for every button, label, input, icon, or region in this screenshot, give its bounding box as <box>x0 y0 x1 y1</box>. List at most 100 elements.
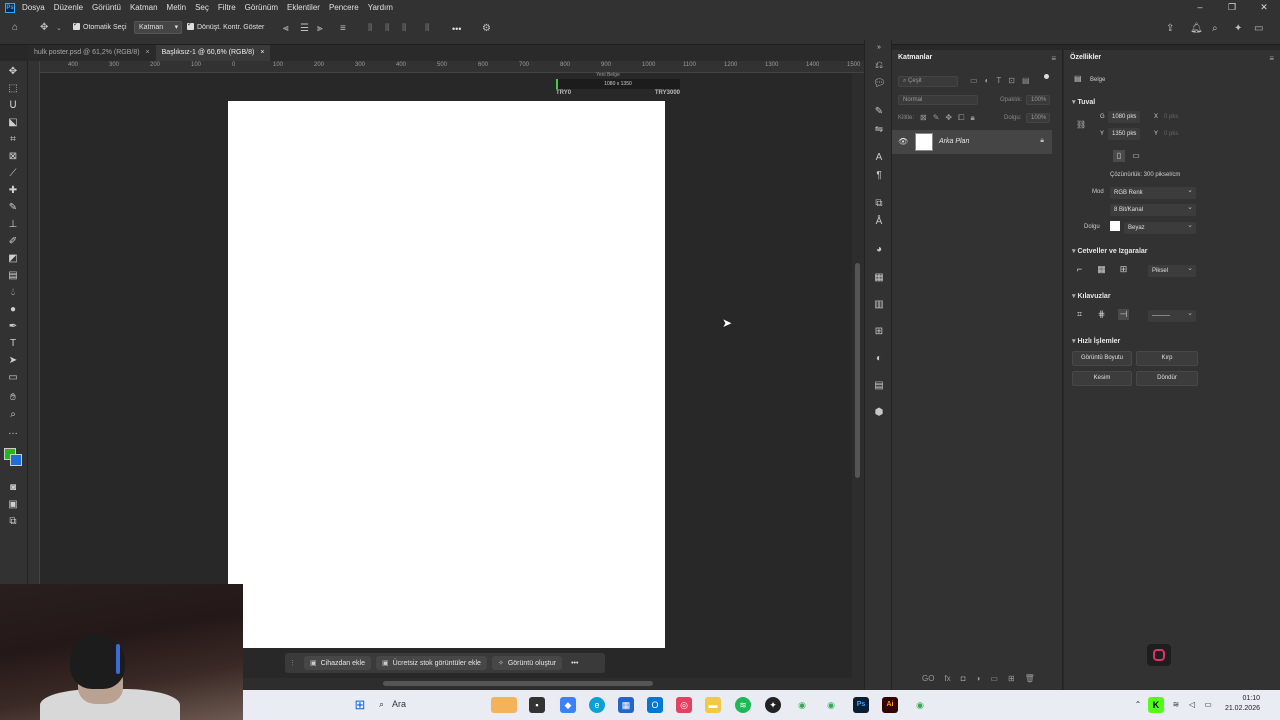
battery-icon[interactable]: ▭ <box>1200 697 1216 713</box>
dodge-tool-icon[interactable]: ● <box>6 303 20 317</box>
comments-panel-icon[interactable]: 💬︎ <box>873 78 886 90</box>
rotate-button[interactable]: Döndür <box>1136 371 1198 386</box>
opacity-field[interactable]: 100% <box>1026 95 1050 105</box>
close-button[interactable]: ✕ <box>1248 0 1280 15</box>
glyphs-panel-icon[interactable]: ⧉ <box>873 198 885 210</box>
landscape-orientation-icon[interactable]: ▭ <box>1130 150 1142 162</box>
navigator-panel-icon[interactable]: ◐ <box>873 353 885 365</box>
path-selection-tool-icon[interactable]: ➤ <box>6 354 20 368</box>
menu-metin[interactable]: Metin <box>167 3 187 12</box>
add-free-stock-button[interactable]: ▣ Ücretsiz stok görüntüler ekle <box>376 656 487 670</box>
paragraph-panel-icon[interactable]: ¶ <box>873 170 885 182</box>
edge-icon[interactable]: e <box>589 697 605 713</box>
quick-mask-icon[interactable]: ◙ <box>6 481 20 495</box>
home-icon[interactable]: ⌂ <box>12 22 18 33</box>
copilot-icon[interactable]: ◆ <box>560 697 576 713</box>
pixel-grid-icon[interactable]: ⊞ <box>1118 264 1129 275</box>
notifications-bell-icon[interactable]: 🔔︎ <box>1190 23 1203 34</box>
chrome-alt-icon[interactable]: ◉ <box>912 697 928 713</box>
distribute-vertical-icon[interactable]: ⫴ <box>425 23 429 34</box>
menu-dosya[interactable]: Dosya <box>22 3 45 12</box>
healing-brush-tool-icon[interactable]: ✚ <box>6 184 20 198</box>
fill-field[interactable]: 100% <box>1026 113 1050 123</box>
rectangle-tool-icon[interactable]: ▭ <box>6 371 20 385</box>
bit-depth-dropdown[interactable]: 8 Bit/Kanal <box>1110 202 1196 216</box>
character-styles-icon[interactable]: Å <box>873 216 885 228</box>
color-panel-icon[interactable]: ◕ <box>873 244 885 256</box>
blend-mode-dropdown[interactable]: Normal <box>898 95 978 105</box>
lock-icons[interactable]: ⊠✎✥⧠🔒︎ <box>920 113 981 123</box>
settings-gear-icon[interactable]: ⚙ <box>482 23 491 34</box>
width-field[interactable]: 1080 pks <box>1108 109 1140 123</box>
canvas-section-header[interactable]: Tuval <box>1072 98 1095 106</box>
grid-icon[interactable]: ▦ <box>1096 264 1107 275</box>
menu-eklentiler[interactable]: Eklentiler <box>287 3 320 12</box>
history-panel-icon[interactable]: ⎌ <box>873 60 885 72</box>
rulers-grids-section-header[interactable]: Cetveller ve Izgaralar <box>1072 247 1147 255</box>
layer-filter-field[interactable]: ⌕ Çeşit <box>898 76 958 87</box>
text-tool-icon[interactable]: T <box>6 337 20 351</box>
height-field[interactable]: 1350 pks <box>1108 126 1140 140</box>
more-options-button[interactable]: ••• <box>452 24 461 34</box>
adjustment-layer-icon[interactable]: ◑ <box>976 674 981 683</box>
x-field[interactable]: 0 pks <box>1164 114 1178 120</box>
new-group-icon[interactable]: ▭ <box>990 674 998 683</box>
mode-dropdown[interactable]: RGB Renk <box>1110 185 1196 199</box>
visibility-eye-icon[interactable]: 👁︎ <box>898 137 908 146</box>
portrait-orientation-icon[interactable]: ▯ <box>1113 150 1125 162</box>
brush-tool-icon[interactable]: ✎ <box>6 201 20 215</box>
more-tools-icon[interactable]: … <box>6 425 20 439</box>
generate-image-button[interactable]: ✧ Görüntü oluştur <box>491 656 563 670</box>
link-layers-icon[interactable]: GO <box>922 674 934 683</box>
y-field[interactable]: 0 pks <box>1164 131 1178 137</box>
transform-controls-checkbox[interactable]: Dönüşt. Kontr. Göster <box>187 20 264 31</box>
document-canvas[interactable] <box>228 101 665 648</box>
gradient-tool-icon[interactable]: ▤ <box>6 269 20 283</box>
panel-menu-icon[interactable]: ≡ <box>1051 54 1056 63</box>
layer-filter-icons[interactable]: ▭◐T⊡▤ <box>970 76 1037 85</box>
fill-dropdown[interactable]: Beyaz <box>1124 220 1196 234</box>
brushes-panel-icon[interactable]: ✎ <box>873 106 885 118</box>
fill-color-swatch[interactable] <box>1110 221 1120 231</box>
delete-layer-icon[interactable]: 🗑 <box>1025 674 1035 683</box>
add-mask-icon[interactable]: ◘ <box>961 674 966 683</box>
task-view-icon[interactable]: ▪ <box>529 697 545 713</box>
quick-actions-section-header[interactable]: Hızlı İşlemler <box>1072 337 1120 345</box>
artboard-icon[interactable]: ⧉ <box>6 515 20 529</box>
share-icon[interactable]: ⇪ <box>1166 23 1174 34</box>
adjustments-panel-icon[interactable]: ⇋ <box>873 124 885 136</box>
frame-tool-icon[interactable]: ⊠ <box>6 150 20 164</box>
menu-katman[interactable]: Katman <box>130 3 158 12</box>
tool-preset-chevron-icon[interactable]: ⌄ <box>56 24 62 32</box>
shapes-panel-icon[interactable]: ⬢ <box>873 407 885 419</box>
clone-stamp-tool-icon[interactable]: ⊥ <box>6 218 20 232</box>
filter-toggle-icon[interactable] <box>1044 74 1049 79</box>
crop-tool-icon[interactable]: ⌗ <box>6 133 20 147</box>
search-icon[interactable]: ⌕ <box>1212 23 1218 34</box>
tab-untitled-1[interactable]: Başlıksız-1 @ 60,6% (RGB/8) × <box>155 45 271 61</box>
restore-button[interactable]: ❐ <box>1216 0 1248 15</box>
windows-start-icon[interactable]: ⊞ <box>352 697 368 713</box>
link-dimensions-icon[interactable]: ⛓︎ <box>1076 120 1086 129</box>
character-panel-icon[interactable]: A <box>873 152 885 164</box>
hand-tool-icon[interactable]: ✋︎ <box>6 391 20 405</box>
layer-effects-icon[interactable]: fx <box>944 674 950 683</box>
pen-tool-icon[interactable]: ✒ <box>6 320 20 334</box>
auto-select-target-dropdown[interactable]: Katman <box>134 21 183 34</box>
spotify-icon[interactable]: ≋ <box>735 697 751 713</box>
object-selection-tool-icon[interactable]: ⬕ <box>6 116 20 130</box>
trim-button[interactable]: Kesim <box>1072 371 1132 386</box>
horizontal-scrollbar[interactable] <box>243 678 864 690</box>
kick-icon[interactable]: K <box>1148 697 1164 713</box>
chrome-icon[interactable]: ◉ <box>794 697 810 713</box>
store-icon[interactable]: ▦ <box>618 697 634 713</box>
guides-icon[interactable]: ⌗ <box>1074 309 1085 320</box>
layer-row-background[interactable]: 👁︎ Arka Plan 🔒︎ <box>892 130 1052 154</box>
new-guide-icon[interactable]: ⊣ <box>1118 309 1129 320</box>
blur-tool-icon[interactable]: 💧︎ <box>6 286 20 300</box>
taskbar-clock[interactable]: 01:10 21.02.2026 <box>1225 694 1260 714</box>
tab-close-icon[interactable]: × <box>146 49 150 56</box>
tab-hulk-poster[interactable]: hulk poster.psd @ 61,2% (RGB/8) × <box>28 45 156 61</box>
image-size-button[interactable]: Görüntü Boyutu <box>1072 351 1132 366</box>
menu-pencere[interactable]: Pencere <box>329 3 359 12</box>
